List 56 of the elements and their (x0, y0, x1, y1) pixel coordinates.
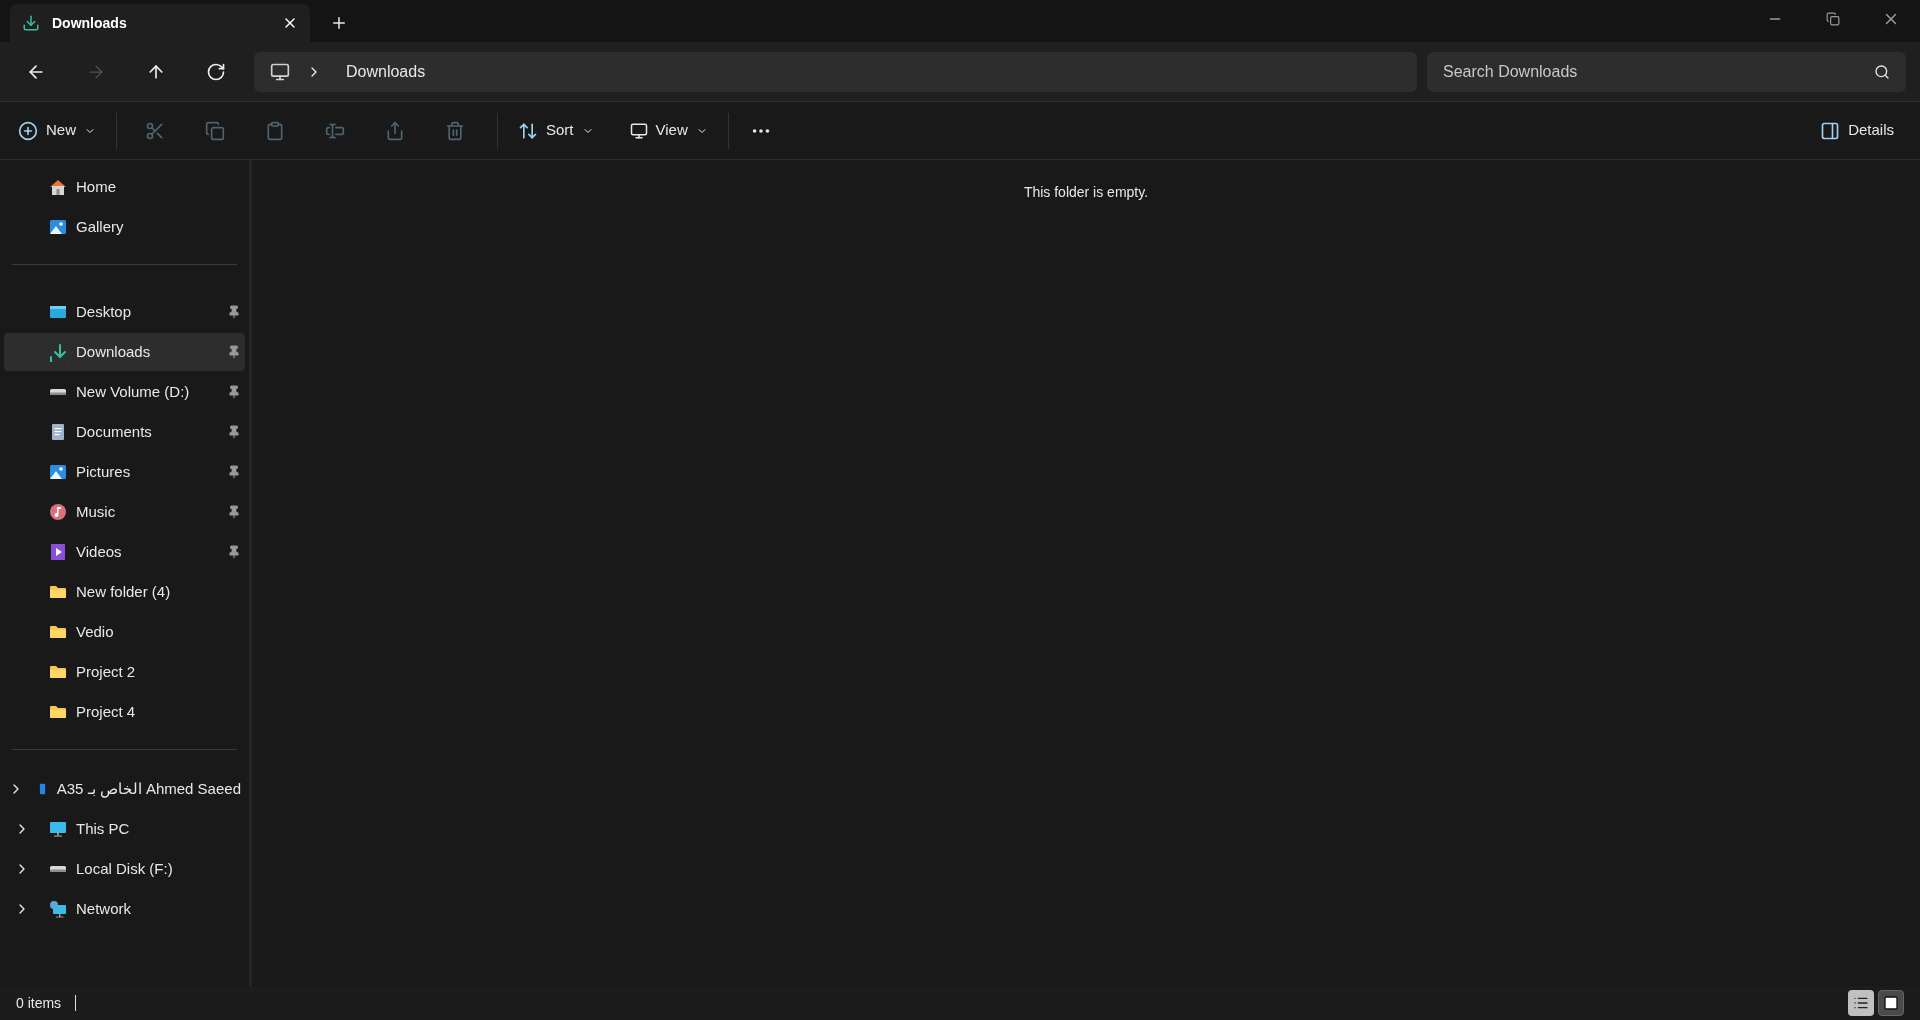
list-icon (1853, 995, 1869, 1011)
pin-icon[interactable] (227, 505, 241, 519)
pin-icon[interactable] (227, 385, 241, 399)
pin-icon[interactable] (227, 305, 241, 319)
monitor-icon (48, 819, 68, 839)
item-count: 0 items (16, 993, 62, 1013)
view-button[interactable]: View (621, 110, 716, 151)
pin-icon[interactable] (227, 545, 241, 559)
download-icon (22, 14, 40, 32)
sidebar-item[interactable]: Network (4, 890, 245, 928)
sidebar-item[interactable]: Downloads (4, 333, 245, 371)
sidebar-item[interactable]: Vedio (4, 613, 245, 651)
music-note-icon (48, 502, 68, 522)
pin-icon[interactable] (227, 345, 241, 359)
video-icon (48, 542, 68, 562)
sidebar-item[interactable]: Videos (4, 533, 245, 571)
sort-button[interactable]: Sort (510, 110, 602, 151)
sidebar-item[interactable]: A35 الخاص بـ Ahmed Saeed (4, 770, 245, 808)
sidebar-item[interactable]: This PC (4, 810, 245, 848)
sidebar-item[interactable]: Desktop (4, 293, 245, 331)
refresh-icon[interactable] (206, 61, 226, 82)
details-button[interactable]: Details (1812, 110, 1902, 151)
sidebar-item[interactable]: Project 2 (4, 653, 245, 691)
sidebar-item[interactable]: New folder (4) (4, 573, 245, 611)
sidebar-item[interactable]: Pictures (4, 453, 245, 491)
monitor-icon (270, 61, 290, 82)
address-bar[interactable]: Downloads (254, 51, 1417, 92)
sidebar-item[interactable]: Home (4, 168, 245, 206)
pin-icon[interactable] (227, 425, 241, 439)
new-tab-icon[interactable] (330, 14, 348, 32)
monitor-icon (629, 121, 648, 140)
sidebar-item[interactable]: New Volume (D:) (4, 373, 245, 411)
restore-icon[interactable] (1826, 12, 1840, 26)
tiles-view-button[interactable] (1878, 990, 1904, 1016)
sidebar-item[interactable]: Documents (4, 413, 245, 451)
pin-icon[interactable] (227, 465, 241, 479)
plus-circle-icon (18, 120, 38, 141)
picture-icon (48, 462, 68, 482)
new-button[interactable]: New (18, 110, 108, 151)
picture-icon (48, 217, 68, 237)
square-icon (1883, 995, 1899, 1011)
sidebar-item[interactable]: Music (4, 493, 245, 531)
tab-title: Downloads (52, 13, 128, 33)
panel-icon (1820, 120, 1841, 141)
house-icon (48, 177, 68, 197)
sidebar-item[interactable]: Project 4 (4, 693, 245, 731)
search-field[interactable]: Search Downloads (1427, 51, 1906, 92)
details-view-button[interactable] (1848, 990, 1874, 1016)
breadcrumb-item[interactable]: Downloads (346, 59, 426, 84)
empty-folder-message: This folder is empty. (1023, 183, 1149, 202)
network-icon (48, 899, 68, 919)
tab[interactable]: Downloads (10, 4, 310, 42)
download-icon (48, 342, 68, 362)
search-icon (1874, 63, 1890, 80)
sidebar-item[interactable]: Gallery (4, 208, 245, 246)
sidebar-item[interactable]: Local Disk (F:) (4, 850, 245, 888)
